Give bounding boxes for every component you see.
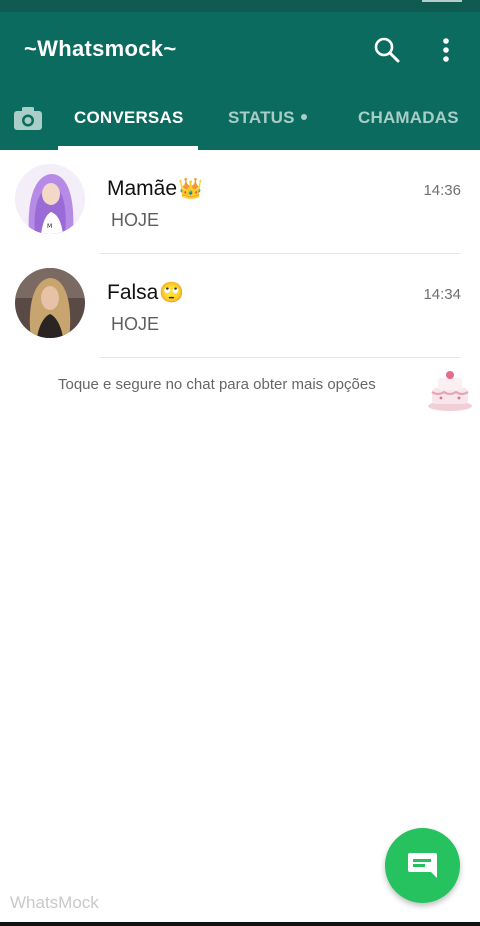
chat-time: 14:36 — [423, 182, 461, 199]
search-icon[interactable] — [373, 36, 401, 64]
tab-chamadas[interactable]: CHAMADAS — [358, 108, 459, 128]
more-vert-icon[interactable] — [434, 36, 458, 64]
chat-name: Mamãe👑 — [107, 176, 203, 201]
nav-bar — [0, 922, 480, 926]
purple-hair-girl-avatar[interactable]: M — [15, 164, 85, 234]
chat-preview: HOJE — [111, 210, 160, 230]
status-icons — [422, 0, 462, 6]
tab-conversas[interactable]: CONVERSAS — [74, 108, 184, 128]
chat-row-mamae[interactable]: M Mamãe👑 14:36 HOJE — [0, 150, 480, 254]
chat-preview: HOJE — [111, 314, 160, 334]
contact-name: Mamãe — [107, 177, 178, 200]
blonde-girl-avatar[interactable] — [15, 268, 85, 338]
watermark: WhatsMock — [10, 893, 99, 912]
new-status-dot — [300, 113, 307, 120]
chat-divider — [100, 357, 460, 358]
new-chat-icon — [408, 853, 437, 878]
tab-status[interactable]: STATUS — [228, 108, 307, 128]
tab-label: CONVERSAS — [74, 108, 184, 127]
crown-emoji-icon: 👑 — [178, 178, 203, 200]
status-bar — [0, 0, 480, 12]
eye-roll-emoji-icon: 🙄 — [159, 282, 185, 304]
app-title: ~Whatsmock~ — [24, 36, 177, 61]
chat-row-falsa[interactable]: Falsa🙄 14:34 HOJE — [0, 254, 480, 358]
tab-label: CHAMADAS — [358, 108, 459, 127]
chat-name: Falsa🙄 — [107, 280, 184, 305]
pink-cake-sticker — [426, 366, 474, 412]
tab-bar: CONVERSAS STATUS CHAMADAS — [0, 92, 480, 150]
contact-name: Falsa — [107, 281, 159, 304]
new-chat-button[interactable] — [385, 828, 460, 903]
whatsmock-screen: ~Whatsmock~ CONVERSAS STATUS CHAMADAS M … — [0, 0, 480, 926]
tab-label: STATUS — [228, 108, 295, 127]
hint-text: Toque e segure no chat para obter mais o… — [58, 376, 376, 393]
svg-text:M: M — [47, 223, 52, 230]
app-bar: ~Whatsmock~ CONVERSAS STATUS CHAMADAS — [0, 12, 480, 150]
chat-time: 14:34 — [423, 286, 461, 303]
camera-icon[interactable] — [12, 104, 44, 132]
